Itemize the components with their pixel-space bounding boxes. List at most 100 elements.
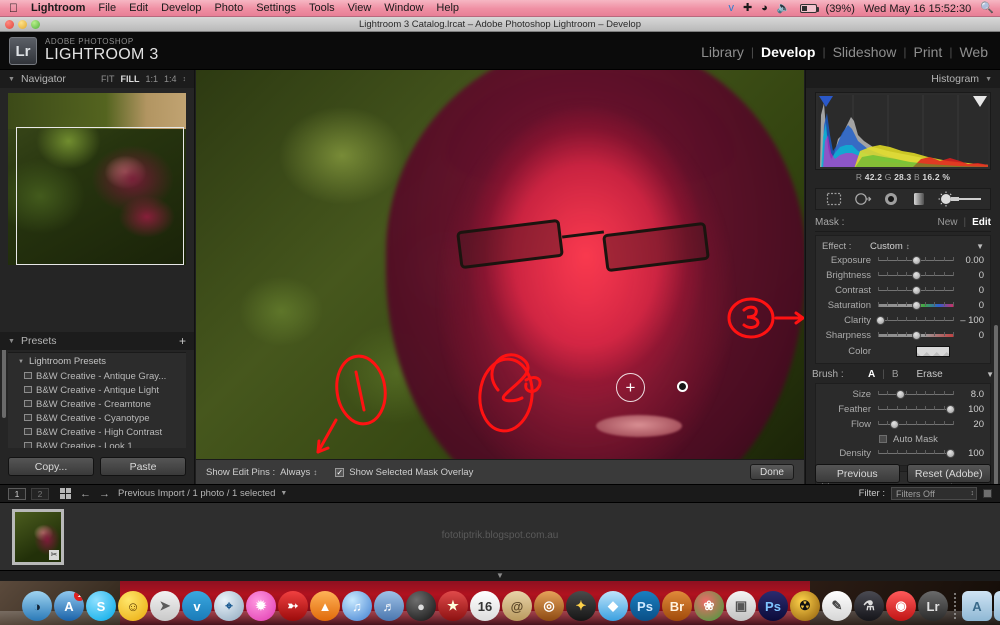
zoom-1-4[interactable]: 1:4 — [164, 74, 177, 84]
right-panel-scrollbar[interactable] — [994, 325, 998, 485]
applications-folder-icon[interactable]: A — [962, 591, 992, 621]
arrow-right-icon[interactable]: → — [99, 488, 110, 500]
menu-clock[interactable]: Wed May 16 15:52:30 — [864, 3, 971, 15]
slider-exposure[interactable]: Exposure 0.00 — [816, 253, 990, 268]
add-preset-button[interactable]: + — [179, 334, 186, 348]
slider-contrast[interactable]: Contrast 0 — [816, 283, 990, 298]
slider-track[interactable] — [878, 330, 954, 341]
yahoo-messenger-icon[interactable]: ☺ — [118, 591, 148, 621]
done-button[interactable]: Done — [750, 464, 794, 480]
chevron-down-icon[interactable]: ▼ — [986, 370, 994, 379]
left-panel-scrollbar[interactable] — [2, 340, 6, 418]
develop-badge-icon[interactable]: ✂ — [49, 550, 59, 560]
show-edit-pins-value[interactable]: Always — [280, 467, 310, 478]
shadow-clipping-icon[interactable] — [819, 96, 833, 107]
mask-overlay-toggle[interactable]: ✓ Show Selected Mask Overlay — [335, 467, 473, 478]
vuze-octopus-icon[interactable]: ✹ — [246, 591, 276, 621]
safari-icon[interactable]: ⌖ — [214, 591, 244, 621]
checkbox-icon[interactable] — [879, 435, 887, 443]
auto-mask-toggle[interactable]: Auto Mask — [816, 432, 990, 446]
filmstrip-source-label[interactable]: Previous Import / 1 photo / 1 selected — [118, 488, 275, 499]
slider-clarity[interactable]: Clarity – 100 — [816, 313, 990, 328]
color-row[interactable]: Color — [816, 343, 990, 359]
navigator-panel-header[interactable]: ▼ Navigator FIT FILL 1:1 1:4 ↕ — [0, 70, 194, 88]
presets-list[interactable]: ▼ Lightroom Presets B&W Creative - Antiq… — [8, 352, 186, 448]
filmstrip-collapse-handle[interactable]: ▼ — [0, 571, 1000, 581]
slider-track[interactable] — [878, 448, 955, 459]
brush-cursor-icon[interactable]: + — [616, 373, 645, 402]
ical-icon[interactable]: 16 — [470, 591, 500, 621]
module-develop[interactable]: Develop — [761, 44, 815, 60]
finder-icon[interactable]: ◑ — [22, 591, 52, 621]
chevron-down-icon[interactable]: ▼ — [280, 490, 287, 497]
spot-removal-tool-icon[interactable] — [852, 191, 874, 207]
menu-item-photo[interactable]: Photo — [214, 2, 243, 14]
module-print[interactable]: Print — [914, 44, 943, 60]
list-item[interactable]: B&W Creative - Look 1 — [8, 439, 186, 448]
zoom-fit[interactable]: FIT — [101, 74, 115, 84]
list-item[interactable]: B&W Creative - Antique Gray... — [8, 369, 186, 383]
zoom-button[interactable] — [31, 20, 40, 29]
picasa-icon[interactable]: ❀ — [694, 591, 724, 621]
photoshop-icon[interactable]: Ps — [758, 591, 788, 621]
slider-track[interactable] — [875, 315, 954, 326]
brush-b-button[interactable]: B — [892, 369, 899, 380]
reset-adobe-button[interactable]: Reset (Adobe) — [906, 464, 991, 483]
dropbox-icon[interactable]: ◆ — [598, 591, 628, 621]
menu-item-develop[interactable]: Develop — [161, 2, 201, 14]
slider-track[interactable] — [878, 419, 954, 430]
filter-toggle-icon[interactable] — [983, 489, 992, 498]
filter-select[interactable]: Filters Off ↕ — [891, 487, 977, 500]
graduated-filter-tool-icon[interactable] — [908, 191, 930, 207]
brush-erase-button[interactable]: Erase — [917, 369, 943, 380]
slider-track[interactable] — [878, 255, 954, 266]
address-book-icon[interactable]: @ — [502, 591, 532, 621]
copy-button[interactable]: Copy... — [8, 457, 94, 476]
screen-2-button[interactable]: 2 — [31, 487, 49, 500]
textedit-icon[interactable]: ✎ — [822, 591, 852, 621]
previous-button[interactable]: Previous — [815, 464, 900, 483]
checkbox-checked-icon[interactable]: ✓ — [335, 467, 345, 477]
adjustment-brush-tool-icon[interactable] — [937, 191, 983, 207]
chevron-down-icon[interactable]: ▼ — [18, 359, 24, 365]
menu-item-help[interactable]: Help — [436, 2, 459, 14]
mask-edit-button[interactable]: Edit — [972, 217, 991, 228]
garageband-icon[interactable]: ♬ — [374, 591, 404, 621]
app-store-icon[interactable]: A1 — [54, 591, 84, 621]
bridge-icon[interactable]: Br — [662, 591, 692, 621]
stepper-icon[interactable]: ↕ — [906, 242, 910, 251]
slider-saturation[interactable]: Saturation 0 — [816, 298, 990, 313]
crosshair-icon[interactable]: ✚ — [743, 3, 752, 14]
wifi-icon[interactable]: ◕ — [761, 3, 768, 14]
menu-item-tools[interactable]: Tools — [309, 2, 335, 14]
effect-value[interactable]: Custom — [870, 241, 903, 252]
toast-icon[interactable]: ☢ — [790, 591, 820, 621]
minimize-button[interactable] — [18, 20, 27, 29]
chevron-down-icon[interactable]: ▼ — [8, 76, 15, 83]
slider-feather[interactable]: Feather 100 — [816, 402, 990, 417]
color-swatch[interactable] — [916, 345, 950, 357]
slider-track[interactable] — [878, 285, 954, 296]
itunes-icon[interactable]: ♫ — [342, 591, 372, 621]
zoom-1-1[interactable]: 1:1 — [145, 74, 158, 84]
mask-new-button[interactable]: New — [937, 217, 957, 228]
close-button[interactable] — [5, 20, 14, 29]
iphoto-icon[interactable]: ▣ — [726, 591, 756, 621]
photo-canvas[interactable]: + — [196, 70, 804, 459]
arrow-left-icon[interactable]: ← — [80, 488, 91, 500]
zoom-stepper-icon[interactable]: ↕ — [183, 76, 187, 83]
histogram-panel-header[interactable]: Histogram ▼ — [806, 70, 1000, 88]
slider-flow[interactable]: Flow 20 — [816, 417, 990, 432]
navigator-preview[interactable] — [8, 93, 186, 265]
chevron-down-icon[interactable]: ▼ — [976, 242, 984, 251]
imovie-star-icon[interactable]: ✦ — [566, 591, 596, 621]
module-library[interactable]: Library — [701, 44, 744, 60]
preset-group-lightroom[interactable]: ▼ Lightroom Presets — [8, 353, 186, 369]
list-item[interactable]: B&W Creative - Antique Light — [8, 383, 186, 397]
slider-track[interactable] — [878, 404, 955, 415]
paste-button[interactable]: Paste — [100, 457, 186, 476]
documents-folder-icon[interactable]: ▭ — [994, 591, 1000, 621]
menu-item-file[interactable]: File — [98, 2, 116, 14]
slider-sharpness[interactable]: Sharpness 0 — [816, 328, 990, 343]
apple-icon[interactable]:  — [9, 2, 18, 14]
